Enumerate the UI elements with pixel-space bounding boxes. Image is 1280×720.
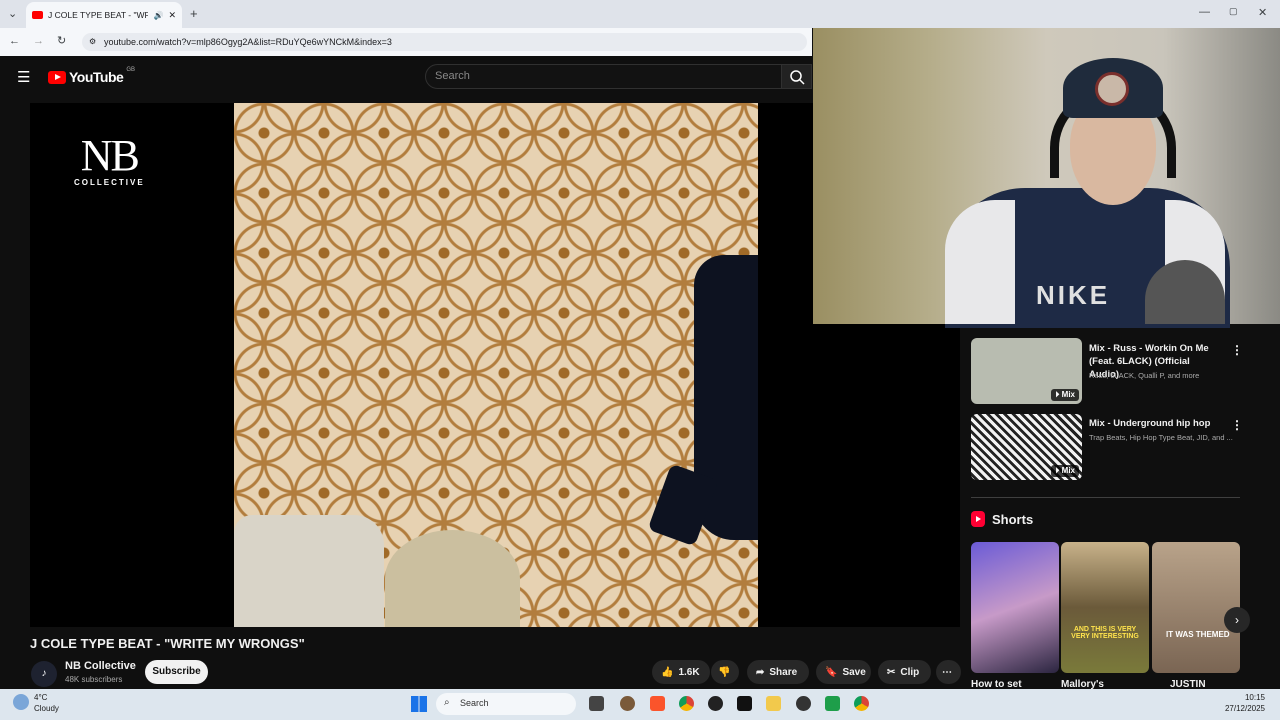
youtube-logo[interactable]: YouTube GB xyxy=(48,67,135,85)
search-icon xyxy=(790,70,805,85)
short-overlay-text: AND THIS IS VERY VERY INTERESTING xyxy=(1071,626,1139,640)
forward-icon[interactable]: → xyxy=(33,35,44,47)
weather-temperature: 4°C xyxy=(34,693,48,702)
weather-icon[interactable] xyxy=(13,694,29,710)
youtube-play-icon xyxy=(48,70,66,84)
windows-start-icon[interactable] xyxy=(411,696,427,712)
share-icon: ➦ xyxy=(756,666,765,678)
more-vertical-icon[interactable]: ⋮ xyxy=(1231,418,1243,432)
subscribe-button[interactable]: Subscribe xyxy=(145,660,208,684)
video-title: J COLE TYPE BEAT - "WRITE MY WRONGS" xyxy=(30,636,305,651)
app-icon[interactable] xyxy=(620,696,635,711)
more-horizontal-icon: ⋯ xyxy=(942,666,952,678)
shorts-heading: Shorts xyxy=(971,511,1033,527)
scissors-icon: ✂ xyxy=(887,666,896,678)
bookmark-icon: 🔖 xyxy=(825,666,838,678)
close-tab-icon[interactable]: ✕ xyxy=(168,10,176,21)
site-info-icon[interactable]: ⚙ xyxy=(89,37,96,46)
divider xyxy=(971,497,1240,498)
dislike-button[interactable]: 👎 xyxy=(711,660,739,684)
back-icon[interactable]: ← xyxy=(9,35,20,47)
mix-title[interactable]: Mix - Underground hip hop xyxy=(1089,417,1219,430)
like-button[interactable]: 👍 1.6K xyxy=(652,660,710,684)
mix-thumbnail[interactable]: ⏵ Mix xyxy=(971,414,1082,480)
watermark-small-text: COLLECTIVE xyxy=(74,178,145,187)
video-lamp xyxy=(385,530,520,627)
taskbar-time[interactable]: 10:15 xyxy=(1220,693,1265,702)
file-explorer-icon[interactable] xyxy=(766,696,781,711)
webcam-cap-badge xyxy=(1095,72,1129,106)
tab-title: J COLE TYPE BEAT - "WRITE xyxy=(48,10,149,20)
chrome-icon[interactable] xyxy=(854,696,869,711)
region-code: GB xyxy=(126,67,135,73)
windows-taskbar xyxy=(0,689,1280,720)
taskbar-date[interactable]: 27/12/2025 xyxy=(1212,704,1265,713)
address-bar[interactable]: ⚙ youtube.com/watch?v=mlp86Ogyg2A&list=R… xyxy=(82,33,807,51)
mix-badge: ⏵ Mix xyxy=(1051,465,1079,477)
chrome-icon[interactable] xyxy=(679,696,694,711)
search-icon: ⌕ xyxy=(444,697,450,708)
like-count: 1.6K xyxy=(678,666,700,678)
minimize-window-icon[interactable]: — xyxy=(1199,6,1210,18)
clip-label: Clip xyxy=(900,666,920,678)
share-button[interactable]: ➦ Share xyxy=(747,660,809,684)
new-tab-button[interactable]: + xyxy=(190,6,198,21)
webcam-shoulder-left xyxy=(945,200,1015,324)
mix-subtitle: Trap Beats, Hip Hop Type Beat, JID, and … xyxy=(1089,433,1233,442)
clip-button[interactable]: ✂ Clip xyxy=(878,660,931,684)
mix-thumbnail[interactable]: ⏵ Mix xyxy=(971,338,1082,404)
reload-icon[interactable]: ↻ xyxy=(57,34,66,47)
search-input[interactable]: Search xyxy=(425,64,782,89)
subscriber-count: 48K subscribers xyxy=(65,675,123,684)
weather-condition: Cloudy xyxy=(34,704,59,713)
browser-tab[interactable]: J COLE TYPE BEAT - "WRITE 🔊 ✕ xyxy=(26,2,182,28)
mix-badge: ⏵ Mix xyxy=(1051,389,1079,401)
xbox-icon[interactable] xyxy=(825,696,840,711)
tiktok-icon[interactable] xyxy=(737,696,752,711)
thumbs-up-icon: 👍 xyxy=(661,666,674,678)
maximize-window-icon[interactable]: ▢ xyxy=(1229,6,1238,17)
thumbs-down-icon: 👎 xyxy=(718,666,731,678)
save-button[interactable]: 🔖 Save xyxy=(816,660,871,684)
taskbar-search-label: Search xyxy=(460,698,489,708)
youtube-wordmark: YouTube xyxy=(69,69,124,85)
watermark-big-text: NB xyxy=(80,131,140,180)
save-label: Save xyxy=(842,666,866,678)
close-window-icon[interactable]: ✕ xyxy=(1258,6,1267,19)
video-pillow xyxy=(234,515,384,627)
share-label: Share xyxy=(769,666,798,678)
channel-name[interactable]: NB Collective xyxy=(65,660,136,672)
app-icon[interactable] xyxy=(708,696,723,711)
chevron-right-icon[interactable]: › xyxy=(1224,607,1250,633)
channel-avatar[interactable]: ♪ xyxy=(31,661,57,687)
short-overlay-text: IT WAS THEMED xyxy=(1166,630,1230,639)
channel-watermark: NB COLLECTIVE xyxy=(74,131,145,188)
speaker-icon[interactable]: 🔊 xyxy=(153,11,163,20)
browser-toolbar: ← → ↻ ⚙ youtube.com/watch?v=mlp86Ogyg2A&… xyxy=(0,28,812,56)
more-actions-button[interactable]: ⋯ xyxy=(936,660,961,684)
mix-subtitle: Russ, 6LACK, Qualli P, and more xyxy=(1089,371,1200,380)
more-vertical-icon[interactable]: ⋮ xyxy=(1231,343,1243,357)
shorts-heading-text: Shorts xyxy=(992,511,1034,527)
app-icon[interactable] xyxy=(796,696,811,711)
short-thumbnail[interactable] xyxy=(971,542,1059,673)
tab-list-icon[interactable]: ⌄ xyxy=(8,7,17,20)
browser-tab-strip: ⌄ J COLE TYPE BEAT - "WRITE 🔊 ✕ + — ▢ ✕ xyxy=(0,0,1280,28)
menu-icon[interactable]: ☰ xyxy=(17,68,30,86)
youtube-favicon-icon xyxy=(32,11,43,19)
task-view-icon[interactable] xyxy=(589,696,604,711)
search-button[interactable] xyxy=(781,64,812,89)
url-text: youtube.com/watch?v=mlp86Ogyg2A&list=RDu… xyxy=(104,37,392,47)
short-thumbnail[interactable]: IT WAS THEMED xyxy=(1152,542,1240,673)
short-thumbnail[interactable]: AND THIS IS VERY VERY INTERESTING xyxy=(1061,542,1149,673)
shorts-icon xyxy=(971,511,985,527)
brave-browser-icon[interactable] xyxy=(650,696,665,711)
taskbar-search[interactable]: ⌕ Search xyxy=(436,693,576,715)
webcam-shirt-logo: NIKE xyxy=(1036,280,1111,310)
